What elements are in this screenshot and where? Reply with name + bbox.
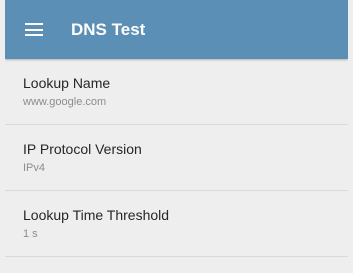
setting-value: IPv4: [23, 162, 46, 174]
app-screen: DNS Test Lookup Name www.google.com IP P…: [5, 0, 348, 273]
setting-ip-protocol-version[interactable]: IP Protocol Version IPv4: [5, 125, 348, 191]
setting-label: Lookup Time Threshold: [23, 207, 170, 223]
app-bar: DNS Test: [5, 0, 348, 59]
menu-button[interactable]: [5, 0, 63, 59]
setting-label: Lookup Name: [23, 75, 111, 91]
setting-value: www.google.com: [23, 96, 107, 108]
hamburger-menu-icon: [25, 23, 43, 36]
setting-label: IP Protocol Version: [23, 141, 142, 157]
settings-list: Lookup Name www.google.com IP Protocol V…: [5, 59, 348, 257]
setting-value: 1 s: [23, 228, 38, 240]
page-title: DNS Test: [71, 19, 146, 39]
setting-lookup-time-threshold[interactable]: Lookup Time Threshold 1 s: [5, 191, 348, 257]
setting-lookup-name[interactable]: Lookup Name www.google.com: [5, 59, 348, 125]
